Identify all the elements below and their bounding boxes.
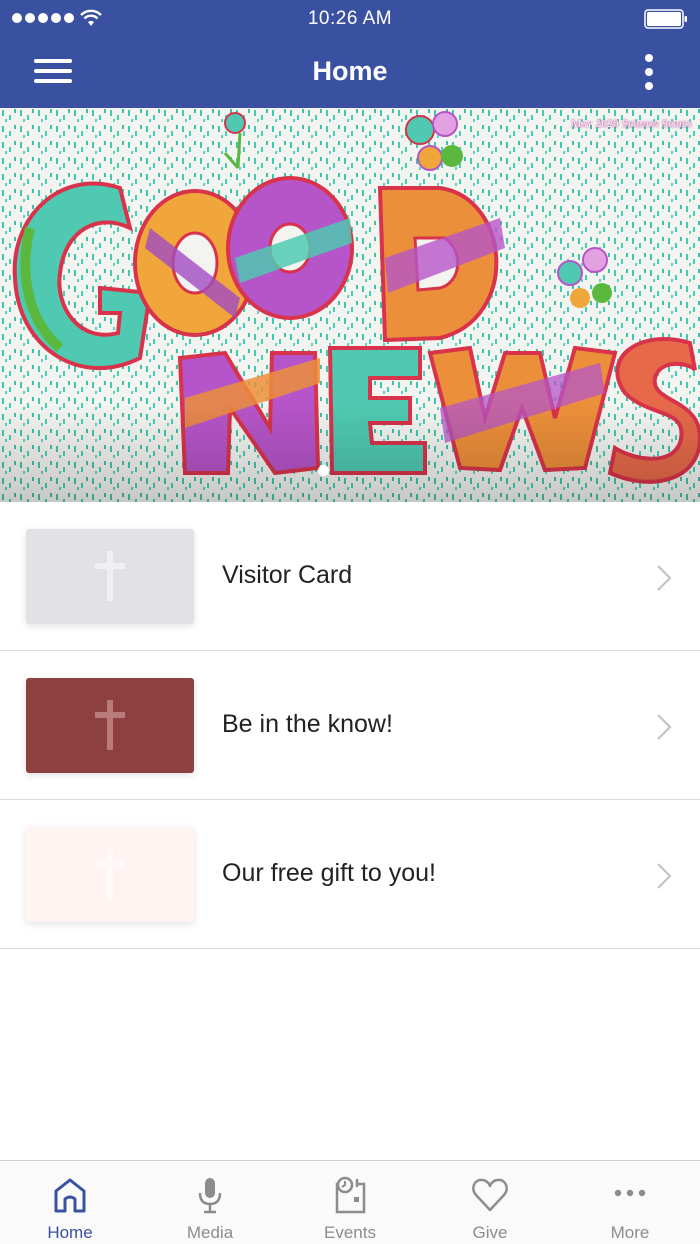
tab-give[interactable]: Give	[420, 1161, 560, 1244]
page-title: Home	[312, 56, 388, 86]
list-item-label: Be in the know!	[222, 710, 393, 738]
nav-bar: 10:26 AM Home	[0, 0, 700, 108]
tab-home[interactable]: Home	[0, 1161, 140, 1244]
chevron-right-icon	[657, 863, 672, 889]
item-thumbnail	[26, 529, 194, 624]
calendar-clock-icon	[335, 1176, 366, 1214]
tab-bar: Home Media Events Give More	[0, 1160, 700, 1244]
tab-more[interactable]: More	[560, 1161, 700, 1244]
tab-label: Home	[47, 1223, 93, 1242]
chevron-right-icon	[657, 565, 672, 591]
cross-icon	[95, 849, 125, 899]
list-item-label: Visitor Card	[222, 561, 353, 589]
tab-label: Give	[472, 1223, 508, 1242]
tab-label: Events	[324, 1223, 376, 1242]
tab-label: More	[610, 1223, 650, 1242]
home-icon	[54, 1178, 86, 1213]
home-list: Visitor Card Be in the know! Our free gi…	[0, 502, 700, 949]
hero-banner[interactable]: May 2020 Sermon Series	[0, 108, 700, 502]
list-item-label: Our free gift to you!	[222, 859, 436, 887]
tab-events[interactable]: Events	[280, 1161, 420, 1244]
hero-caption: May 2020 Sermon Series	[571, 118, 692, 130]
tab-label: Media	[186, 1223, 234, 1242]
tab-media[interactable]: Media	[140, 1161, 280, 1244]
status-time: 10:26 AM	[307, 8, 393, 29]
item-thumbnail	[26, 827, 194, 922]
hero-artwork	[0, 108, 700, 502]
list-item-be-in-the-know[interactable]: Be in the know!	[0, 651, 700, 800]
cross-icon	[95, 700, 125, 750]
list-item-visitor-card[interactable]: Visitor Card	[0, 502, 700, 651]
item-thumbnail	[26, 678, 194, 773]
heart-icon	[472, 1178, 508, 1212]
microphone-icon	[198, 1178, 222, 1214]
carousel-page-indicator[interactable]	[318, 465, 329, 476]
overflow-menu-icon[interactable]	[642, 52, 656, 92]
list-item-free-gift[interactable]: Our free gift to you!	[0, 800, 700, 949]
battery-icon	[644, 9, 687, 29]
status-bar: 10:26 AM	[0, 0, 700, 36]
more-dots-icon	[614, 1189, 646, 1197]
cross-icon	[95, 551, 125, 601]
chevron-right-icon	[657, 714, 672, 740]
